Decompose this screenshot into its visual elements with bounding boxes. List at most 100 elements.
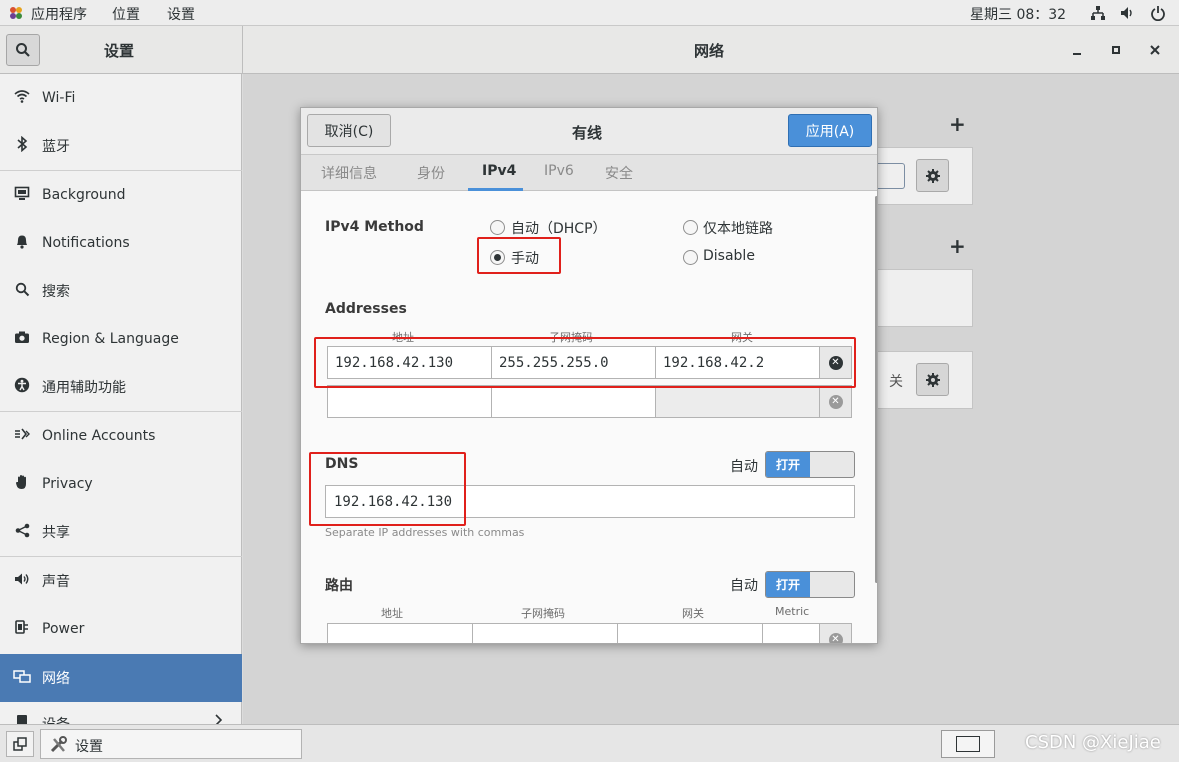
sidebar: Wi-Fi 蓝牙 Background Notifications 搜索 Reg… — [0, 74, 242, 724]
minimize-button[interactable] — [1068, 38, 1088, 62]
remove-address-button-empty[interactable]: ✕ — [819, 385, 852, 418]
network-status-icon[interactable] — [1090, 5, 1106, 25]
radio-link-local-label[interactable]: 仅本地链路 — [703, 218, 773, 238]
route-address-header: 地址 — [381, 607, 403, 620]
sidebar-item-sharing[interactable]: 共享 — [0, 508, 242, 556]
routes-auto-toggle[interactable]: 打开 — [765, 571, 855, 598]
tab-ipv6[interactable]: IPv6 — [544, 163, 574, 179]
radio-disable-label[interactable]: Disable — [703, 248, 755, 264]
sidebar-item-devices[interactable]: 设备 — [0, 702, 242, 724]
sidebar-item-power[interactable]: Power — [0, 605, 242, 653]
proxy-settings-button[interactable] — [916, 363, 949, 396]
tab-identity[interactable]: 身份 — [417, 163, 445, 183]
cancel-button[interactable]: 取消(C) — [307, 114, 391, 147]
netmask-input-empty[interactable] — [491, 385, 656, 418]
volume-icon[interactable] — [1119, 5, 1135, 25]
sidebar-item-wifi[interactable]: Wi-Fi — [0, 74, 242, 122]
maximize-button[interactable] — [1106, 38, 1126, 62]
accessibility-icon — [12, 377, 32, 397]
sidebar-item-label: 设备 — [42, 714, 70, 724]
tab-details[interactable]: 详细信息 — [321, 163, 377, 183]
dns-hint: Separate IP addresses with commas — [325, 526, 525, 539]
applications-menu[interactable]: 应用程序 — [31, 4, 87, 24]
clock[interactable]: 星期三 08：32 — [970, 4, 1066, 24]
network-icon — [12, 669, 32, 688]
taskbar-settings-label: 设置 — [75, 739, 103, 755]
apply-button[interactable]: 应用(A) — [788, 114, 872, 147]
sidebar-item-label: 蓝牙 — [42, 139, 70, 155]
hand-icon — [12, 474, 32, 494]
workspace-switcher[interactable] — [941, 730, 995, 758]
share-icon — [12, 523, 32, 542]
routes-toggle-on: 打开 — [766, 572, 810, 597]
close-icon — [1150, 45, 1160, 55]
gateway-input-empty[interactable] — [655, 385, 820, 418]
sidebar-item-search[interactable]: 搜索 — [0, 267, 242, 315]
power-icon[interactable] — [1150, 5, 1166, 25]
sidebar-item-label: Region & Language — [42, 331, 179, 347]
dialog-scrollbar[interactable] — [875, 196, 877, 583]
tab-security[interactable]: 安全 — [605, 163, 633, 183]
add-connection-plus[interactable]: + — [949, 234, 966, 258]
apps-logo-icon[interactable] — [8, 5, 24, 21]
dns-auto-toggle[interactable]: 打开 — [765, 451, 855, 478]
sidebar-item-bluetooth[interactable]: 蓝牙 — [0, 122, 242, 170]
vpn-card — [876, 269, 973, 327]
places-menu[interactable]: 位置 — [112, 4, 140, 24]
addresses-highlight-box — [314, 337, 856, 388]
dns-auto-label: 自动 — [730, 459, 758, 475]
monitor-icon — [12, 186, 32, 205]
settings-title: 设置 — [104, 42, 135, 60]
bluetooth-icon — [12, 135, 32, 156]
sidebar-item-label: 声音 — [42, 574, 70, 590]
sidebar-item-label: 网络 — [42, 671, 70, 687]
sidebar-item-online-accounts[interactable]: Online Accounts — [0, 412, 242, 460]
sidebar-item-privacy[interactable]: Privacy — [0, 460, 242, 508]
sidebar-item-region-language[interactable]: Region & Language — [0, 315, 242, 363]
route-netmask-header: 子网掩码 — [521, 607, 565, 620]
route-address-input[interactable] — [327, 623, 473, 643]
remove-route-button[interactable]: ✕ — [819, 623, 852, 643]
sidebar-item-label: Wi-Fi — [42, 90, 76, 106]
route-netmask-input[interactable] — [472, 623, 618, 643]
tab-ipv4[interactable]: IPv4 — [482, 163, 516, 179]
workspace-indicator — [956, 736, 980, 752]
bell-icon — [12, 233, 32, 253]
sidebar-item-sound[interactable]: 声音 — [0, 557, 242, 605]
sidebar-item-notifications[interactable]: Notifications — [0, 219, 242, 267]
route-metric-input[interactable] — [762, 623, 820, 643]
radio-dhcp-label[interactable]: 自动（DHCP） — [511, 218, 607, 238]
radio-link-local[interactable] — [683, 220, 698, 235]
taskbar-settings-window[interactable]: 设置 — [40, 729, 302, 759]
wired-settings-button[interactable] — [916, 159, 949, 192]
clear-icon: ✕ — [828, 394, 843, 409]
sidebar-item-background[interactable]: Background — [0, 171, 242, 219]
manual-highlight-box — [477, 237, 561, 274]
taskbar: 设置 CSDN @XieJiae — [0, 724, 1179, 762]
dialog-tabs: 详细信息 身份 IPv4 IPv6 安全 — [301, 155, 877, 191]
route-gateway-input[interactable] — [617, 623, 763, 643]
sidebar-item-label: Online Accounts — [42, 428, 156, 444]
sidebar-item-network[interactable]: 网络 — [0, 654, 242, 702]
sidebar-item-accessibility[interactable]: 通用辅助功能 — [0, 363, 242, 411]
add-vpn-plus[interactable]: + — [949, 112, 966, 136]
show-desktop-button[interactable] — [6, 731, 34, 757]
sidebar-item-label: Privacy — [42, 476, 93, 492]
wired-toggle-edge[interactable] — [875, 163, 905, 189]
online-accounts-icon — [12, 427, 32, 445]
dialog-title: 有线 — [572, 124, 603, 142]
desktop-icon — [13, 737, 27, 751]
ipv4-method-label: IPv4 Method — [325, 219, 424, 235]
tools-icon — [49, 736, 69, 758]
search-button[interactable] — [6, 34, 40, 66]
close-button[interactable] — [1146, 38, 1166, 62]
sidebar-item-label: Background — [42, 187, 126, 203]
dns-highlight-box — [309, 452, 466, 526]
wired-settings-dialog: 取消(C) 有线 应用(A) 详细信息 身份 IPv4 IPv6 安全 IPv4… — [300, 107, 878, 644]
radio-disable[interactable] — [683, 250, 698, 265]
active-tab-indicator — [468, 188, 523, 191]
minimize-icon — [1073, 53, 1081, 55]
address-input-empty[interactable] — [327, 385, 492, 418]
radio-dhcp[interactable] — [490, 220, 505, 235]
settings-menu[interactable]: 设置 — [167, 4, 195, 24]
